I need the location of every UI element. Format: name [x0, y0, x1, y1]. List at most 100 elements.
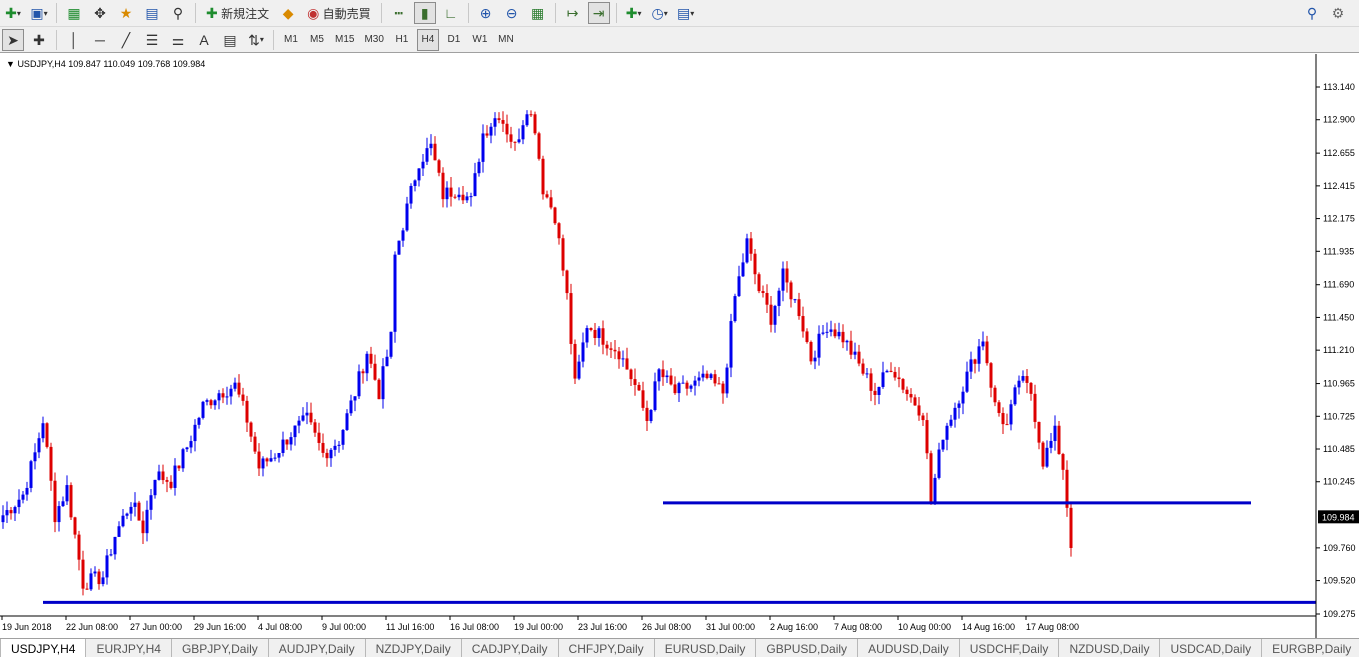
cursor-tool-button[interactable]: ➤: [2, 28, 24, 51]
chart-tab[interactable]: USDJPY,H4: [0, 639, 87, 657]
crosshair-target-icon: ✥: [94, 5, 106, 21]
candle-body: [17, 499, 21, 508]
candle-body: [605, 344, 609, 349]
candle-body: [949, 419, 953, 426]
candle-body: [1049, 440, 1053, 448]
chart-tab[interactable]: GBPUSD,Daily: [756, 639, 859, 657]
crosshair-tool-button[interactable]: ✚: [28, 29, 50, 51]
candle-body: [889, 370, 893, 372]
chart-tab[interactable]: AUDJPY,Daily: [269, 639, 366, 657]
candlestick-icon: ▮: [420, 5, 429, 21]
options-button[interactable]: ⚙: [1327, 2, 1349, 24]
symbol-ohlc-text: USDJPY,H4 109.847 110.049 109.768 109.98…: [17, 59, 206, 69]
market-watch-button[interactable]: ▦: [63, 2, 85, 24]
chart-tab[interactable]: GBPJPY,Daily: [172, 639, 269, 657]
timeframe-h1-button[interactable]: H1: [391, 29, 413, 51]
time-tick-label: 7 Aug 08:00: [834, 622, 882, 632]
trendline-tool-button[interactable]: ╱: [115, 29, 137, 51]
text-label-tool-button[interactable]: ▤: [219, 29, 241, 51]
candle-body: [609, 348, 613, 350]
toolbar-separator: [380, 3, 382, 23]
auto-scroll-button[interactable]: ⇥: [587, 2, 610, 24]
candle-body: [809, 341, 813, 362]
candle-body: [125, 513, 129, 516]
profiles-button[interactable]: ▣ ▾: [28, 2, 50, 24]
candle-body: [337, 444, 341, 446]
chart-tab[interactable]: CADJPY,Daily: [462, 639, 559, 657]
strategy-tester-button[interactable]: ⚲: [167, 2, 189, 24]
template-icon: ▤: [677, 5, 691, 21]
data-window-button[interactable]: ✥: [89, 2, 111, 24]
candle-body: [425, 148, 429, 162]
dropdown-arrow-icon: ▾: [690, 8, 695, 18]
indicators-button[interactable]: ✚ ▾: [623, 2, 645, 24]
bar-chart-button[interactable]: ┅: [388, 2, 410, 24]
candle-body: [329, 449, 333, 459]
chart-tab[interactable]: NZDUSD,Daily: [1059, 639, 1161, 657]
timeframe-d1-button[interactable]: D1: [443, 29, 465, 51]
chart-tab[interactable]: USDCHF,Daily: [960, 639, 1060, 657]
toolbar-separator: [195, 3, 196, 23]
chart-tab[interactable]: CHFJPY,Daily: [559, 639, 655, 657]
candle-body: [25, 487, 29, 495]
chart-shift-button[interactable]: ↦: [562, 2, 584, 24]
templates-button[interactable]: ▤ ▾: [675, 2, 697, 24]
search-button[interactable]: ⚲: [1301, 2, 1323, 24]
candle-body: [641, 390, 645, 408]
chart-tab[interactable]: EURJPY,H4: [86, 639, 172, 657]
chart-tab[interactable]: AUDUSD,Daily: [858, 639, 960, 657]
timeframe-w1-button[interactable]: W1: [469, 29, 491, 51]
toolbar-separator: [554, 3, 556, 23]
chart-window[interactable]: 113.140 112.900 112.655 112.415 112.175 111.9…: [0, 54, 1359, 638]
candle-body: [129, 506, 133, 514]
price-chart[interactable]: 113.140 112.900 112.655 112.415 112.175 111.9…: [0, 54, 1359, 638]
candle-body: [345, 413, 349, 430]
candle-body: [421, 161, 425, 169]
chart-tab[interactable]: NZDJPY,Daily: [366, 639, 462, 657]
timeframe-m30-button[interactable]: M30: [361, 29, 386, 51]
candle-body: [881, 372, 885, 387]
timeframe-m1-button[interactable]: M1: [280, 29, 302, 51]
candle-body: [1005, 424, 1009, 426]
timeframe-h4-button[interactable]: H4: [416, 28, 439, 51]
timeframe-m5-button[interactable]: M5: [306, 29, 328, 51]
navigator-button[interactable]: ★: [115, 2, 137, 24]
candle-body: [977, 346, 981, 364]
zoom-out-button[interactable]: ⊖: [501, 2, 523, 24]
toolbar-separator: [467, 3, 469, 23]
chart-tab[interactable]: EURUSD,Daily: [655, 639, 757, 657]
candle-body: [1009, 404, 1013, 425]
candle-body: [777, 290, 781, 306]
chart-tab[interactable]: USDCAD,Daily: [1160, 639, 1263, 657]
candle-body: [393, 254, 397, 332]
new-order-button[interactable]: ✚ 新規注文: [202, 2, 273, 24]
candle-body: [313, 422, 317, 433]
terminal-button[interactable]: ▤: [141, 2, 163, 24]
timeframe-m15-button[interactable]: M15: [332, 29, 357, 51]
candle-body: [897, 377, 901, 380]
price-tick-label: 112.900: [1323, 115, 1355, 125]
fibonacci-tool-button[interactable]: ⚌: [167, 29, 189, 51]
zoom-in-button[interactable]: ⊕: [475, 2, 497, 24]
terminal-icon: ▤: [145, 5, 159, 21]
arrows-tool-button[interactable]: ⇅ ▾: [245, 29, 267, 51]
metaeditor-button[interactable]: ◆: [277, 2, 299, 24]
new-chart-button[interactable]: ✚ ▾: [2, 2, 24, 24]
timeframe-mn-button[interactable]: MN: [495, 29, 517, 51]
candlestick-chart-button[interactable]: ▮: [413, 2, 436, 24]
candle-body: [697, 377, 701, 381]
periods-button[interactable]: ◷ ▾: [649, 2, 671, 24]
candle-body: [409, 185, 413, 204]
horizontal-line-tool-button[interactable]: ─: [89, 29, 111, 51]
current-price-label: 109.984: [1322, 512, 1355, 522]
candle-body: [385, 356, 389, 367]
chart-tab[interactable]: EURGBP,Daily: [1262, 639, 1359, 657]
search-icon: ⚲: [1306, 5, 1318, 21]
tile-windows-button[interactable]: ▦: [527, 2, 549, 24]
equidistant-channel-tool-button[interactable]: ☰: [141, 29, 163, 51]
text-tool-button[interactable]: A: [193, 29, 215, 51]
auto-trading-button[interactable]: ◉ 自動売買: [303, 2, 375, 24]
line-chart-button[interactable]: ∟: [440, 2, 462, 24]
vertical-line-tool-button[interactable]: │: [63, 29, 85, 51]
candle-body: [193, 424, 197, 442]
